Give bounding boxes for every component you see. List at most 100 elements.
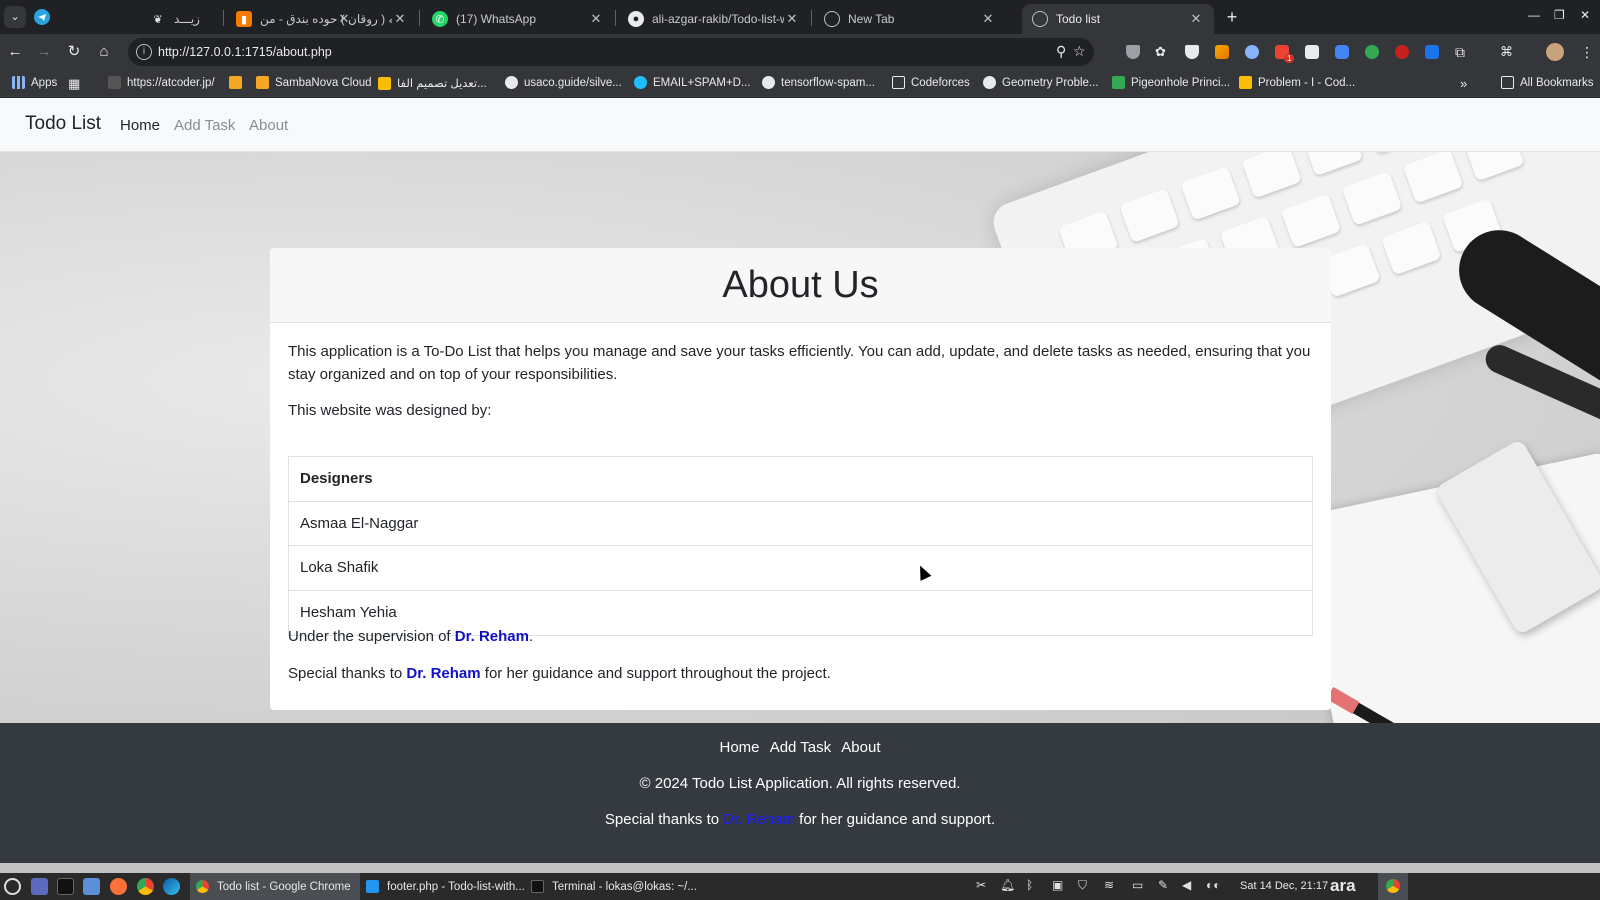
vpn-shield-icon[interactable]: ⛉	[1078, 878, 1087, 893]
notification-bell-icon[interactable]: 🔔︎	[1000, 878, 1015, 892]
bookmark-label: تعديل تصميم الفا...	[397, 78, 487, 90]
bookmark-arabic[interactable]: تعديل تصميم الفا...	[378, 76, 487, 90]
footer-home-link[interactable]: Home	[720, 739, 760, 756]
home-icon[interactable]: ⌂	[94, 42, 114, 62]
wifi-icon[interactable]: ≋	[1104, 878, 1114, 892]
footer-thanks-prefix: Special thanks to	[604, 811, 724, 828]
start-menu-icon[interactable]	[4, 878, 21, 895]
maximize-icon[interactable]: ❐	[1554, 8, 1565, 22]
bookmark-folder-codeforces[interactable]: Codeforces	[892, 76, 970, 89]
chrome-tray-button[interactable]	[1378, 873, 1408, 900]
close-tab-icon[interactable]: ✕	[1188, 11, 1204, 27]
media-icon[interactable]: ⌘	[1500, 45, 1514, 59]
extension-eye-icon[interactable]	[1305, 45, 1319, 59]
task-label: footer.php - Todo-list-with...	[387, 880, 525, 893]
extension-circle-icon[interactable]	[1245, 45, 1259, 59]
display-icon[interactable]: ▭	[1132, 878, 1143, 892]
designers-table: Designers Asmaa El-Naggar Loka Shafik He…	[288, 456, 1313, 636]
supervision-text: Under the supervision of Dr. Reham.	[288, 625, 533, 648]
network-tools-icon[interactable]: ✂	[976, 878, 986, 892]
extension-orange-icon[interactable]	[1215, 45, 1229, 59]
zoom-icon[interactable]: ⚲	[1056, 43, 1066, 60]
extension-screen-icon[interactable]	[1425, 45, 1439, 59]
footer-about-link[interactable]: About	[841, 739, 880, 756]
edge-icon[interactable]	[163, 878, 180, 895]
adblock-shield-icon[interactable]	[1185, 45, 1199, 59]
close-tab-icon[interactable]: ✕	[588, 11, 604, 27]
bookmark-s-icon-only[interactable]	[229, 76, 248, 89]
notes-icon[interactable]: ✎	[1158, 878, 1168, 892]
keyboard-layout-indicator[interactable]: ara	[1330, 876, 1356, 896]
extension-blue-icon[interactable]	[1335, 45, 1349, 59]
tab-search-chevron-icon[interactable]: ⌄	[4, 6, 26, 28]
bookmark-problem[interactable]: Problem - I - Cod...	[1239, 76, 1355, 89]
tab-active-todo[interactable]: Todo list ✕	[1022, 4, 1214, 34]
settings-gear-extension-icon[interactable]: ✿	[1155, 45, 1169, 59]
nav-add-task-link[interactable]: Add Task	[174, 117, 235, 134]
close-tab-icon[interactable]: ✕	[980, 11, 996, 27]
extension-red-icon[interactable]	[1395, 45, 1409, 59]
back-arrow-icon[interactable]: ←	[5, 42, 25, 62]
bookmark-geometry[interactable]: Geometry Proble...	[983, 76, 1099, 89]
soundcloud-favicon-icon: ▮	[236, 11, 252, 27]
bookmarks-bar: Apps ▦ https://atcoder.jp/ SambaNova Clo…	[0, 70, 1600, 98]
bookmark-tensorflow[interactable]: tensorflow-spam...	[762, 76, 875, 89]
bookmark-label: tensorflow-spam...	[781, 76, 875, 89]
bookmark-label: Codeforces	[911, 76, 970, 89]
bookmark-kaggle-email[interactable]: EMAIL+SPAM+D...	[634, 76, 751, 89]
background-desk-image: About Us This application is a To-Do Lis…	[0, 152, 1600, 723]
bookmark-label: Geometry Proble...	[1002, 76, 1099, 89]
firefox-icon[interactable]	[110, 878, 127, 895]
task-vscode[interactable]: footer.php - Todo-list-with...	[360, 873, 525, 900]
bookmark-usaco[interactable]: usaco.guide/silve...	[505, 76, 622, 89]
clock[interactable]: Sat 14 Dec, 21:17	[1240, 880, 1328, 892]
close-window-icon[interactable]: ✕	[1580, 8, 1590, 22]
chrome-menu-icon[interactable]: ⋮	[1580, 45, 1594, 59]
close-tab-icon[interactable]: ✕	[392, 11, 408, 27]
all-bookmarks-folder[interactable]: All Bookmarks	[1501, 76, 1594, 89]
web-page: Todo List Home Add Task About About Us T…	[0, 98, 1600, 873]
task-terminal[interactable]: Terminal - lokas@lokas: ~/...	[525, 873, 700, 900]
nav-about-link[interactable]: About	[249, 117, 288, 134]
volume-icon[interactable]: ◀	[1182, 878, 1191, 892]
navbar-brand[interactable]: Todo List	[25, 113, 101, 135]
horizontal-scrollbar[interactable]	[0, 863, 1600, 873]
eyes-icon[interactable]: ◐◐	[1206, 878, 1221, 892]
address-bar[interactable]: i http://127.0.0.1:1715/about.php ⚲ ☆	[128, 38, 1094, 66]
minimize-icon[interactable]: —	[1528, 8, 1540, 22]
show-desktop-icon[interactable]	[31, 878, 48, 895]
nav-home-link[interactable]: Home	[120, 117, 160, 134]
forward-arrow-icon[interactable]: →	[34, 42, 54, 62]
tab-5[interactable]: New Tab ✕	[814, 4, 1006, 34]
chrome-icon	[196, 880, 209, 893]
extensions-puzzle-icon[interactable]: ⧉	[1455, 45, 1469, 59]
bookmark-apps[interactable]: Apps	[12, 76, 57, 89]
chrome-launcher-icon[interactable]	[137, 878, 154, 895]
tab-2[interactable]: ▮ اغنيه ( روقان ) حوده بندق - من ✕	[226, 4, 418, 34]
task-chrome[interactable]: Todo list - Google Chrome	[190, 873, 360, 900]
extension-plus-icon[interactable]	[1365, 45, 1379, 59]
files-folder-icon[interactable]	[83, 878, 100, 895]
close-tab-icon[interactable]: ✕	[784, 11, 800, 27]
intro-paragraph: This application is a To-Do List that he…	[288, 343, 1311, 383]
footer-add-task-link[interactable]: Add Task	[770, 739, 831, 756]
bookmark-pigeonhole[interactable]: Pigeonhole Princi...	[1112, 76, 1230, 89]
new-tab-plus-icon[interactable]: +	[1222, 7, 1242, 28]
bookmark-star-icon[interactable]: ☆	[1073, 43, 1086, 60]
footer-links: Home Add Task About	[0, 739, 1600, 756]
reload-icon[interactable]: ↻	[64, 42, 84, 62]
tab-4[interactable]: ● ali-azgar-rakib/Todo-list-wit ✕	[618, 4, 810, 34]
bookmark-atcoder[interactable]: https://atcoder.jp/	[108, 76, 215, 89]
profile-avatar[interactable]	[1546, 43, 1564, 61]
chrome-newtab-icon	[824, 11, 840, 27]
clipboard-icon[interactable]: ▣	[1052, 878, 1063, 892]
shield-extension-icon[interactable]	[1126, 45, 1140, 59]
bluetooth-icon[interactable]: ᛒ	[1026, 878, 1033, 892]
bookmark-sambanova[interactable]: SambaNova Cloud	[256, 76, 372, 89]
tab-3[interactable]: ✆ (17) WhatsApp ✕	[422, 4, 614, 34]
tab-groups-icon[interactable]: ▦	[68, 76, 80, 92]
terminal-launcher-icon[interactable]	[57, 878, 74, 895]
more-bookmarks-chevron-icon[interactable]: »	[1460, 76, 1467, 91]
site-info-icon[interactable]: i	[136, 44, 152, 60]
pinned-tab-telegram[interactable]	[30, 6, 54, 28]
